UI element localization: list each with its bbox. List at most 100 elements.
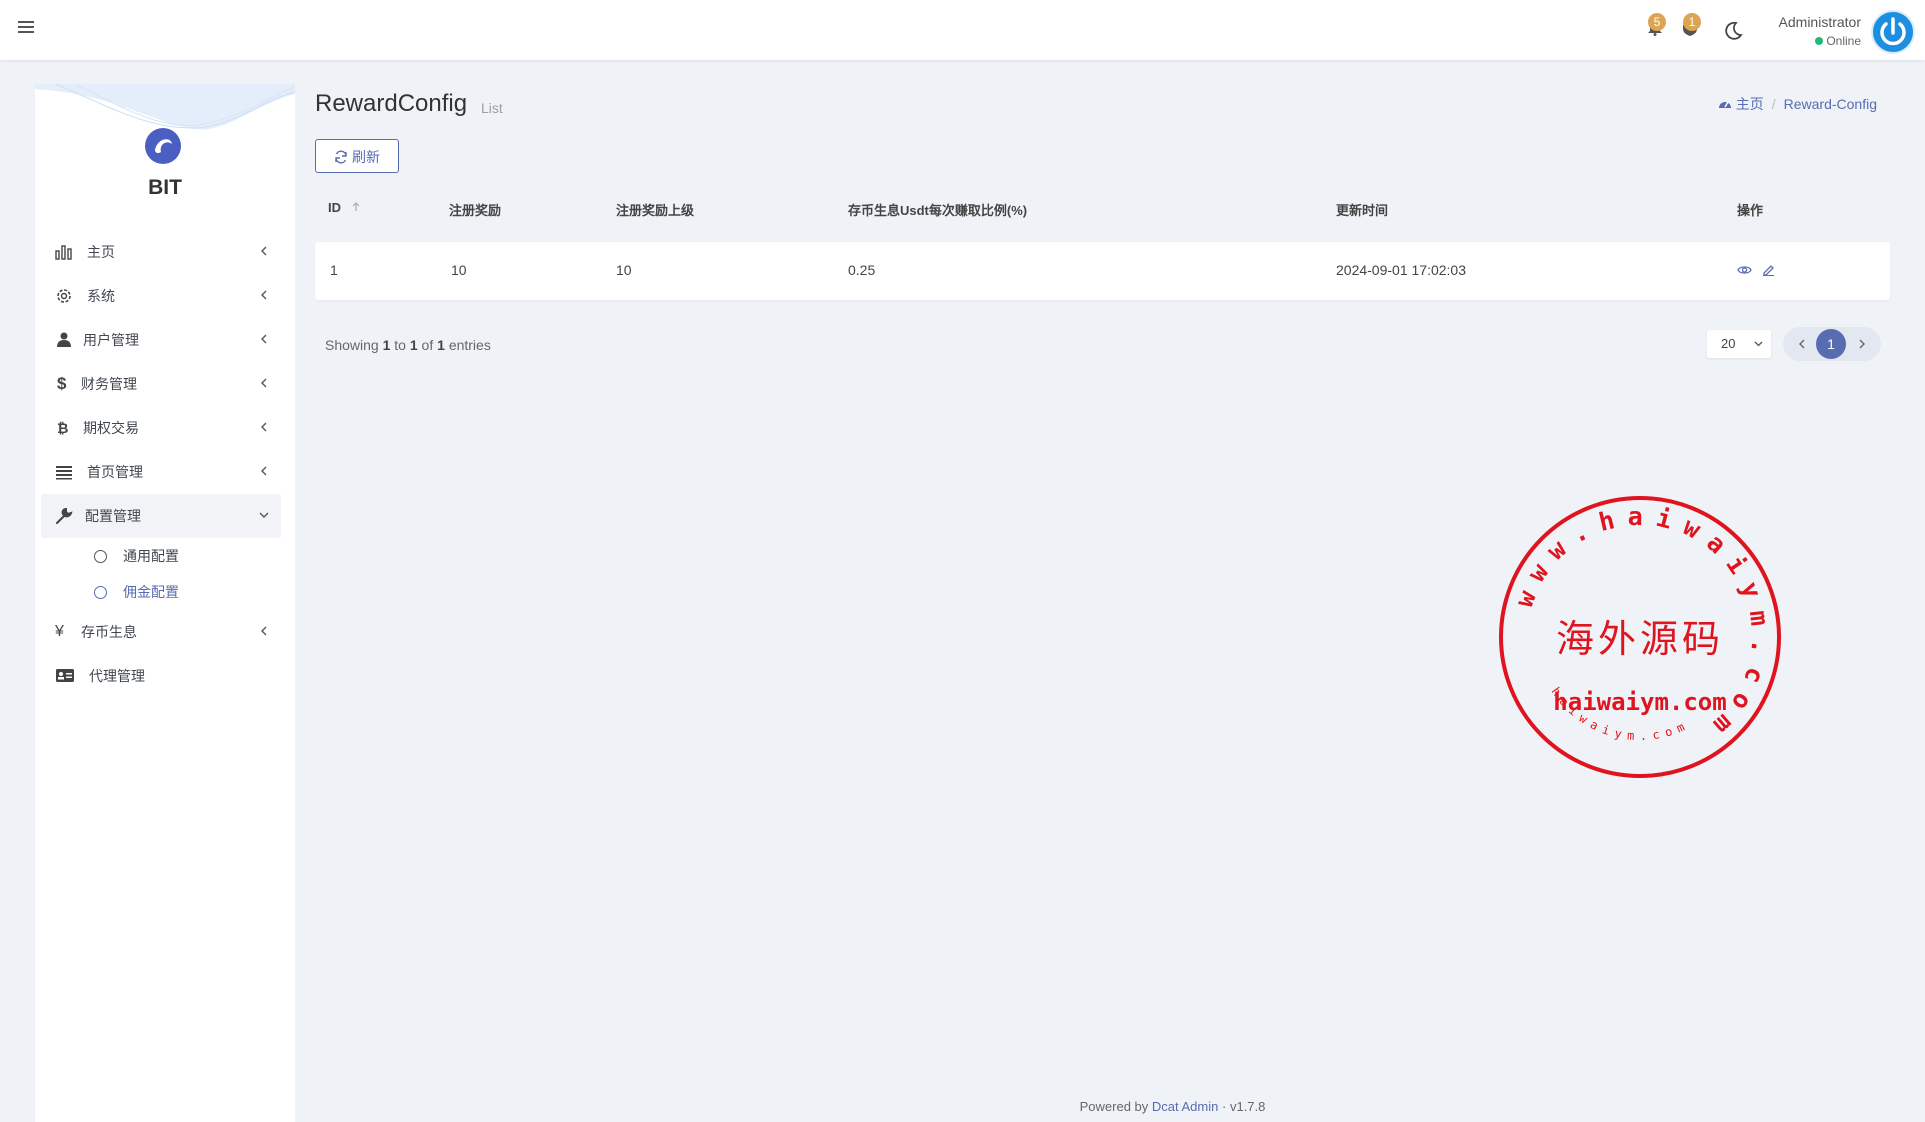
yen-icon: ¥ xyxy=(55,623,64,640)
column-header-updated: 更新时间 xyxy=(1336,203,1389,218)
footer-powered-by: Powered by xyxy=(1079,1099,1149,1114)
sidebar-item-config-management[interactable]: 配置管理 xyxy=(41,494,281,538)
showing-to: 1 xyxy=(409,337,418,353)
table-header: ID 注册奖励 注册奖励上级 存币生息Usdt每次赚取比例(%) 更新时间 操作 xyxy=(315,200,1890,220)
notifications-badge: 5 xyxy=(1648,13,1666,31)
showing-prefix: Showing xyxy=(325,337,379,353)
column-header-actions: 操作 xyxy=(1737,203,1764,218)
user-name[interactable]: Administrator xyxy=(1779,14,1861,30)
online-dot-icon xyxy=(1815,37,1824,45)
chevron-left-icon[interactable] xyxy=(1796,338,1808,350)
sidebar-item-label: 系统 xyxy=(87,288,115,304)
chevron-left-icon xyxy=(261,378,267,388)
showing-from: 1 xyxy=(382,337,391,353)
power-icon xyxy=(1880,17,1906,46)
chevron-left-icon xyxy=(261,334,267,344)
config-submenu-list: 通用配置 佣金配置 xyxy=(41,538,281,610)
showing-of-word: of xyxy=(421,337,434,353)
watermark-stamp: www.haiwaiym.com 海外源码 haiwaiym.com haiwa… xyxy=(1499,496,1781,778)
showing-to-word: to xyxy=(394,337,406,353)
messages-button[interactable]: 1 xyxy=(1680,13,1704,40)
sidebar-item-options-trading[interactable]: ₿ 期权交易 xyxy=(41,406,281,450)
notifications-button[interactable]: 5 xyxy=(1645,13,1669,40)
sidebar-item-home[interactable]: 主页 xyxy=(41,230,281,274)
user-status: Online xyxy=(1815,34,1861,48)
page-subtitle: List xyxy=(481,100,503,116)
footer-version: v1.7.8 xyxy=(1229,1099,1266,1114)
breadcrumb-home[interactable]: 主页 xyxy=(1736,96,1764,112)
sidebar-item-label: 主页 xyxy=(87,244,115,260)
column-header-label: ID xyxy=(328,200,341,215)
sidebar-item-homepage-management[interactable]: 首页管理 xyxy=(41,450,281,494)
column-header-id[interactable]: ID xyxy=(328,200,361,215)
sidebar-subitem-general-config[interactable]: 通用配置 xyxy=(41,538,281,574)
sidebar-item-label: 期权交易 xyxy=(83,420,139,436)
brand-logo-icon xyxy=(145,128,181,164)
cell-ratio: 0.25 xyxy=(848,262,876,278)
breadcrumb: 主页 / Reward-Config xyxy=(1718,94,1877,114)
pagination-summary: Showing 1 to 1 of 1 entries xyxy=(325,337,491,353)
showing-entries-word: entries xyxy=(448,337,491,353)
refresh-button[interactable]: 刷新 xyxy=(315,139,399,173)
sort-arrow-icon[interactable] xyxy=(351,202,361,212)
breadcrumb-current: Reward-Config xyxy=(1783,96,1877,112)
per-page-select[interactable]: 20 xyxy=(1707,330,1771,358)
sidebar-item-users[interactable]: 用户管理 xyxy=(41,318,281,362)
footer-link[interactable]: Dcat Admin xyxy=(1152,1099,1218,1114)
cell-reward: 10 xyxy=(451,262,467,278)
sidebar-item-label: 存币生息 xyxy=(81,624,137,640)
brand-name: BIT xyxy=(148,176,182,199)
sidebar-subitem-commission-config[interactable]: 佣金配置 xyxy=(41,574,281,610)
refresh-label: 刷新 xyxy=(352,149,380,165)
circle-icon xyxy=(94,586,107,599)
moon-icon[interactable] xyxy=(1722,20,1744,42)
avatar[interactable] xyxy=(1871,10,1915,54)
watermark-center-text: 海外源码 xyxy=(1556,617,1724,661)
sidebar-item-label: 代理管理 xyxy=(89,668,145,684)
chevron-right-icon[interactable] xyxy=(1856,338,1868,350)
circle-icon xyxy=(94,550,107,563)
sidebar-menu: 主页 系统 用户管理 $ 财务管理 ₿ 期权交易 首页管理 配置管理 通用配置 … xyxy=(41,230,281,698)
view-icon[interactable] xyxy=(1737,264,1752,276)
sidebar-subitem-label: 通用配置 xyxy=(123,548,179,564)
column-header-reward: 注册奖励 xyxy=(449,203,502,218)
cell-updated: 2024-09-01 17:02:03 xyxy=(1336,262,1466,278)
footer-separator: · xyxy=(1222,1099,1227,1114)
messages-badge: 1 xyxy=(1683,13,1701,31)
chevron-down-icon xyxy=(1754,341,1763,347)
sidebar-subitem-label: 佣金配置 xyxy=(123,584,179,600)
page-title: RewardConfig xyxy=(315,90,468,117)
cell-id: 1 xyxy=(330,262,338,278)
edit-icon[interactable] xyxy=(1762,263,1775,276)
bar-chart-icon xyxy=(55,245,72,260)
bitcoin-icon: ₿ xyxy=(57,420,69,436)
dollar-icon: $ xyxy=(57,374,67,393)
chevron-left-icon xyxy=(261,290,267,300)
sidebar-item-system[interactable]: 系统 xyxy=(41,274,281,318)
sidebar-item-label: 财务管理 xyxy=(81,376,137,392)
sidebar-item-finance[interactable]: $ 财务管理 xyxy=(41,362,281,406)
column-header-parent-reward: 注册奖励上级 xyxy=(616,203,695,218)
gear-icon xyxy=(57,289,71,303)
chevron-down-icon xyxy=(259,512,269,518)
page-button-current[interactable]: 1 xyxy=(1816,329,1846,359)
sidebar-item-staking[interactable]: ¥ 存币生息 xyxy=(41,610,281,654)
refresh-icon xyxy=(335,150,347,164)
id-card-icon xyxy=(56,669,74,682)
footer: Powered by Dcat Admin · v1.7.8 xyxy=(0,1099,1925,1114)
sidebar-item-label: 配置管理 xyxy=(85,508,141,524)
menu-toggle-icon[interactable] xyxy=(18,18,40,40)
sidebar-item-agent-management[interactable]: 代理管理 xyxy=(41,654,281,698)
showing-total: 1 xyxy=(437,337,445,353)
cell-parent-reward: 10 xyxy=(616,262,632,278)
column-header-ratio: 存币生息Usdt每次赚取比例(%) xyxy=(848,203,1028,218)
config-submenu: 通用配置 佣金配置 xyxy=(41,538,281,610)
breadcrumb-separator: / xyxy=(1771,96,1776,112)
sidebar: BIT 主页 系统 用户管理 $ 财务管理 ₿ 期权交易 首页管理 配置管理 通… xyxy=(35,84,295,1122)
chevron-left-icon xyxy=(261,246,267,256)
chevron-left-icon xyxy=(261,626,267,636)
dashboard-icon xyxy=(1718,101,1731,108)
chevron-left-icon xyxy=(261,466,267,476)
sidebar-item-label: 首页管理 xyxy=(87,464,143,480)
user-status-label: Online xyxy=(1826,34,1861,48)
